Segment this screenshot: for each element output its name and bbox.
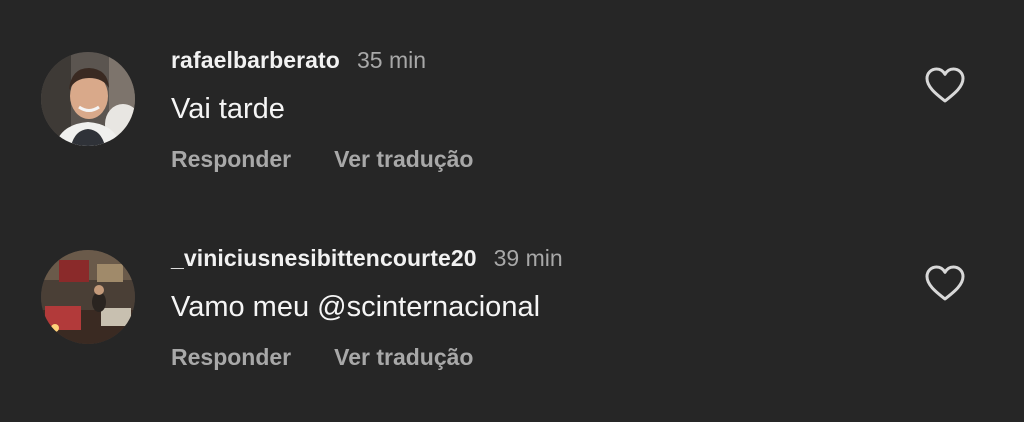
like-button[interactable]	[924, 66, 966, 104]
comment-actions: Responder Ver tradução	[171, 146, 473, 173]
avatar-photo	[41, 250, 135, 344]
comment-timestamp: 35 min	[356, 47, 427, 73]
see-translation-button[interactable]: Ver tradução	[334, 344, 473, 371]
comment-text: Vai tarde	[171, 93, 285, 125]
comment-item: _viniciusnesibittencourte20 39 min Vamo …	[0, 198, 1024, 378]
comment-header: _viniciusnesibittencourte20 39 min	[171, 245, 563, 275]
username-link[interactable]: rafaelbarberato	[171, 47, 340, 74]
comment-timestamp: 39 min	[493, 245, 563, 271]
heart-outline-icon	[925, 67, 965, 103]
comment-actions: Responder Ver tradução	[171, 344, 473, 371]
comment-list: rafaelbarberato 35 min Vai tarde Respond…	[0, 0, 1024, 422]
heart-outline-icon	[925, 265, 965, 301]
comment-item: rafaelbarberato 35 min Vai tarde Respond…	[0, 0, 1024, 180]
avatar-photo	[41, 52, 135, 146]
reply-button[interactable]: Responder	[171, 344, 291, 371]
reply-button[interactable]: Responder	[171, 146, 291, 173]
username-link[interactable]: _viniciusnesibittencourte20	[171, 245, 477, 272]
avatar[interactable]	[41, 52, 135, 146]
comment-text: Vamo meu @scinternacional	[171, 291, 541, 323]
like-button[interactable]	[924, 264, 966, 302]
comment-header: rafaelbarberato 35 min	[171, 47, 426, 77]
see-translation-button[interactable]: Ver tradução	[334, 146, 473, 173]
avatar[interactable]	[41, 250, 135, 344]
